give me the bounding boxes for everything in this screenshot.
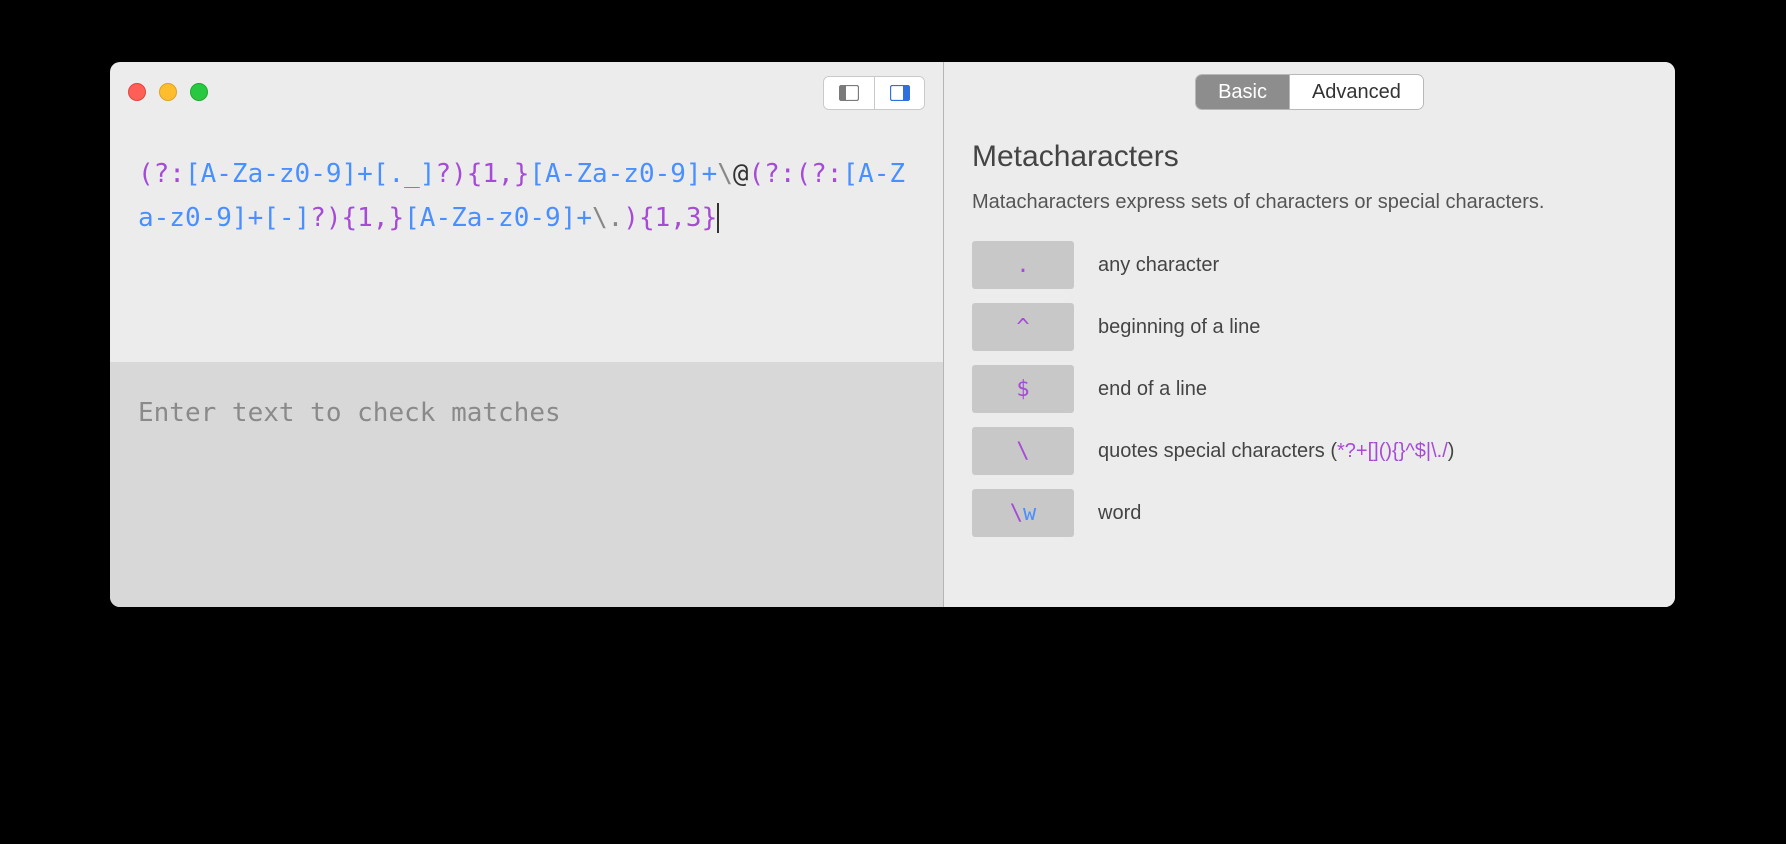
side-pane: Basic Advanced Metacharacters Matacharac… [944, 62, 1675, 607]
regex-token: (?: [138, 159, 185, 189]
toggle-left-panel-button[interactable] [824, 77, 874, 109]
metacharacter-key: \w [972, 489, 1074, 537]
metacharacter-key: $ [972, 365, 1074, 413]
metacharacter-item[interactable]: $ end of a line [972, 365, 1647, 413]
minimize-window-button[interactable] [159, 83, 177, 101]
regex-token: {1,} [467, 159, 530, 189]
tab-basic[interactable]: Basic [1196, 75, 1289, 109]
regex-token: [._] [373, 159, 436, 189]
tab-advanced[interactable]: Advanced [1289, 75, 1423, 109]
metacharacter-desc: word [1098, 500, 1141, 527]
regex-input[interactable]: (?:[A-Za-z0-9]+[._]?){1,}[A-Za-z0-9]+\@(… [110, 122, 943, 362]
regex-token: [-] [263, 203, 310, 233]
zoom-window-button[interactable] [190, 83, 208, 101]
regex-token: {1,} [342, 203, 405, 233]
regex-token: } [702, 203, 720, 233]
metacharacter-item[interactable]: \ quotes special characters (*?+[](){}^$|… [972, 427, 1647, 475]
metacharacter-key: . [972, 241, 1074, 289]
metacharacter-desc: end of a line [1098, 376, 1207, 403]
match-test-input[interactable]: Enter text to check matches [110, 362, 943, 607]
panel-toggle-group [823, 76, 925, 110]
traffic-lights [128, 83, 208, 101]
reference-tab-group: Basic Advanced [1195, 74, 1424, 110]
metacharacter-key: \ [972, 427, 1074, 475]
regex-token: ?) [435, 159, 466, 189]
regex-token: [A-Za-z0-9] [404, 203, 576, 233]
regex-token: + [248, 203, 264, 233]
regex-token: [A-Za-z0-9] [529, 159, 701, 189]
regex-token: + [576, 203, 592, 233]
title-bar [110, 62, 943, 122]
main-pane: (?:[A-Za-z0-9]+[._]?){1,}[A-Za-z0-9]+\@(… [110, 62, 944, 607]
regex-token: + [357, 159, 373, 189]
metacharacter-item[interactable]: \w word [972, 489, 1647, 537]
regex-token: + [702, 159, 718, 189]
close-window-button[interactable] [128, 83, 146, 101]
section-title: Metacharacters [972, 140, 1647, 174]
metacharacter-item[interactable]: . any character [972, 241, 1647, 289]
metacharacter-desc: any character [1098, 252, 1219, 279]
regex-token: (?: [796, 159, 843, 189]
metacharacter-desc: quotes special characters (*?+[](){}^$|\… [1098, 438, 1454, 465]
regex-token: {1,3 [639, 203, 702, 233]
regex-token: @ [733, 159, 749, 189]
regex-token: \ [717, 159, 733, 189]
toggle-right-panel-button[interactable] [874, 77, 924, 109]
regex-token: ?) [310, 203, 341, 233]
metacharacter-item[interactable]: ^ beginning of a line [972, 303, 1647, 351]
app-window: (?:[A-Za-z0-9]+[._]?){1,}[A-Za-z0-9]+\@(… [110, 62, 1675, 607]
side-header: Basic Advanced [944, 62, 1675, 122]
metacharacter-key: ^ [972, 303, 1074, 351]
regex-token: (?: [749, 159, 796, 189]
match-placeholder: Enter text to check matches [138, 398, 561, 428]
regex-token: \. [592, 203, 623, 233]
metacharacter-list: . any character ^ beginning of a line $ end o… [972, 241, 1647, 537]
section-desc: Matacharacters express sets of character… [972, 188, 1647, 217]
regex-token: [A-Za-z0-9] [185, 159, 357, 189]
side-body: Metacharacters Matacharacters express se… [944, 122, 1675, 537]
metacharacter-desc: beginning of a line [1098, 314, 1260, 341]
regex-token: ) [623, 203, 639, 233]
